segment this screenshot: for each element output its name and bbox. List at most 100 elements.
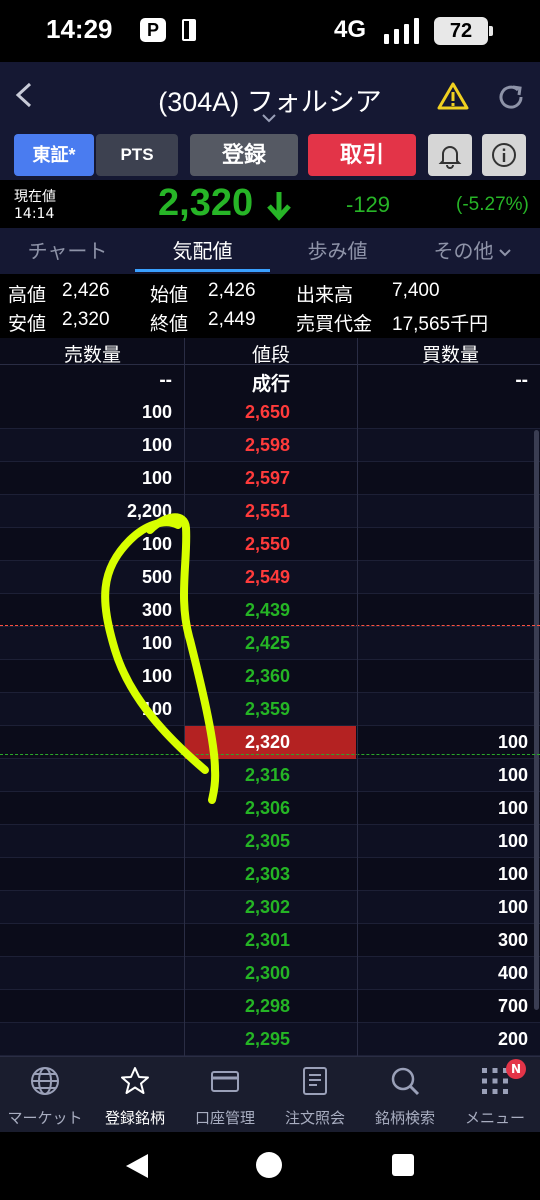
register-button[interactable]: 登録 bbox=[190, 134, 298, 176]
order-book[interactable]: 2,295 200 2,298 700 2,300 400 2,301 300 2,302 100… bbox=[0, 396, 540, 1056]
turnover-label: 売買代金 bbox=[296, 314, 373, 335]
price-level[interactable]: 2,301 bbox=[185, 924, 356, 957]
nav-watchlist[interactable]: 登録銘柄 bbox=[90, 1057, 180, 1133]
price-change: -129 bbox=[346, 192, 391, 217]
bid-quantity bbox=[360, 660, 528, 693]
high-value: 2,426 bbox=[62, 280, 110, 301]
bid-quantity bbox=[360, 396, 528, 429]
current-price: 2,320 bbox=[158, 182, 254, 224]
price-level[interactable]: 2,549 bbox=[185, 561, 356, 594]
info-button[interactable] bbox=[482, 134, 526, 176]
order-book-row[interactable]: 2,316 100 bbox=[0, 759, 540, 792]
price-level[interactable]: 2,650 bbox=[185, 396, 356, 429]
order-book-row[interactable]: 300 2,439 bbox=[0, 594, 540, 627]
search-icon bbox=[391, 1067, 420, 1096]
system-home-button[interactable] bbox=[256, 1152, 282, 1178]
price-level[interactable]: 2,302 bbox=[185, 891, 356, 924]
nav-market[interactable]: マーケット bbox=[0, 1057, 90, 1133]
price-level[interactable]: 2,439 bbox=[185, 594, 356, 627]
ask-quantity bbox=[0, 924, 172, 957]
order-book-row[interactable]: 2,300 400 bbox=[0, 957, 540, 990]
order-book-row[interactable]: 100 2,550 bbox=[0, 528, 540, 561]
column-divider bbox=[184, 396, 185, 1056]
price-level[interactable]: 2,359 bbox=[185, 693, 356, 726]
price-level[interactable]: 2,316 bbox=[185, 759, 356, 792]
bid-quantity bbox=[360, 495, 528, 528]
bid-quantity: 300 bbox=[497, 930, 528, 950]
ask-quantity: 100 bbox=[141, 699, 172, 719]
phone-icon bbox=[182, 19, 196, 41]
price-level[interactable]: 2,295 bbox=[185, 1023, 356, 1056]
price-level[interactable]: 2,303 bbox=[185, 858, 356, 891]
low-value: 2,320 bbox=[62, 309, 110, 330]
price-level[interactable]: 2,300 bbox=[185, 957, 356, 990]
stock-stats: 高値 2,426 始値 2,426 出来高 7,400 安値 2,320 終値 … bbox=[0, 274, 540, 338]
order-book-row[interactable]: 2,298 700 bbox=[0, 990, 540, 1023]
price-level[interactable]: 2,550 bbox=[185, 528, 356, 561]
price-level[interactable]: 2,298 bbox=[185, 990, 356, 1023]
order-book-row[interactable]: 100 2,425 bbox=[0, 627, 540, 660]
warning-icon[interactable] bbox=[437, 82, 469, 110]
chevron-down-icon[interactable] bbox=[261, 112, 277, 124]
order-book-row[interactable]: 100 2,359 bbox=[0, 693, 540, 726]
turnover-value: 17,565千円 bbox=[392, 314, 489, 335]
ask-quantity bbox=[0, 891, 172, 924]
divider bbox=[0, 364, 540, 365]
price-level[interactable]: 2,551 bbox=[185, 495, 356, 528]
tab-more[interactable]: その他 bbox=[405, 228, 540, 274]
order-book-row[interactable]: 100 2,597 bbox=[0, 462, 540, 495]
tab-chart[interactable]: チャート bbox=[0, 228, 135, 274]
nav-orders[interactable]: 注文照会 bbox=[270, 1057, 360, 1133]
bid-quantity: 100 bbox=[497, 765, 528, 785]
market-order-label: 成行 bbox=[252, 373, 291, 395]
refresh-icon[interactable] bbox=[496, 82, 526, 112]
order-book-row[interactable]: 2,295 200 bbox=[0, 1023, 540, 1056]
order-book-row[interactable]: 2,305 100 bbox=[0, 825, 540, 858]
market-tosho-button[interactable]: 東証* bbox=[14, 134, 94, 176]
title-bar: (304A) フォルシア bbox=[0, 62, 540, 130]
market-pts-button[interactable]: PTS bbox=[96, 134, 178, 176]
tab-trades[interactable]: 歩み値 bbox=[270, 228, 405, 274]
alert-button[interactable] bbox=[428, 134, 472, 176]
nav-menu[interactable]: N メニュー bbox=[450, 1057, 540, 1133]
bid-quantity bbox=[360, 627, 528, 660]
chevron-down-icon bbox=[498, 248, 511, 256]
system-back-icon[interactable] bbox=[124, 1152, 150, 1180]
scrollbar[interactable] bbox=[534, 430, 539, 1010]
bid-quantity: 400 bbox=[497, 963, 528, 983]
low-label: 安値 bbox=[8, 314, 47, 335]
order-book-row[interactable]: 2,302 100 bbox=[0, 891, 540, 924]
nav-search-label: 銘柄検索 bbox=[374, 1109, 435, 1127]
pay-app-icon: P bbox=[140, 18, 166, 42]
order-book-row[interactable]: 2,306 100 bbox=[0, 792, 540, 825]
trade-button[interactable]: 取引 bbox=[308, 134, 416, 176]
nav-watchlist-label: 登録銘柄 bbox=[104, 1109, 165, 1127]
ask-quantity bbox=[0, 825, 172, 858]
order-book-row[interactable]: 100 2,360 bbox=[0, 660, 540, 693]
price-level[interactable]: 2,425 bbox=[185, 627, 356, 660]
order-book-row[interactable]: 100 2,650 bbox=[0, 396, 540, 429]
order-book-row[interactable]: 500 2,549 bbox=[0, 561, 540, 594]
tab-quotes[interactable]: 気配値 bbox=[135, 228, 270, 274]
price-level[interactable]: 2,597 bbox=[185, 462, 356, 495]
order-book-header: 売数量 値段 買数量 -- 成行 -- bbox=[0, 338, 540, 396]
nav-search[interactable]: 銘柄検索 bbox=[360, 1057, 450, 1133]
bid-quantity bbox=[360, 429, 528, 462]
current-price-label: 現在値 bbox=[14, 189, 56, 205]
order-book-row[interactable]: 2,301 300 bbox=[0, 924, 540, 957]
signal-icon bbox=[384, 18, 419, 44]
price-level[interactable]: 2,598 bbox=[185, 429, 356, 462]
system-recents-button[interactable] bbox=[392, 1154, 414, 1176]
price-level[interactable]: 2,360 bbox=[185, 660, 356, 693]
bid-quantity: 200 bbox=[497, 1029, 528, 1049]
price-level[interactable]: 2,306 bbox=[185, 792, 356, 825]
order-book-row[interactable]: 100 2,598 bbox=[0, 429, 540, 462]
price-level[interactable]: 2,305 bbox=[185, 825, 356, 858]
ask-threshold-line bbox=[0, 625, 540, 626]
order-book-row[interactable]: 2,200 2,551 bbox=[0, 495, 540, 528]
status-time: 14:29 bbox=[46, 14, 113, 44]
nav-account[interactable]: 口座管理 bbox=[180, 1057, 270, 1133]
ask-quantity: 300 bbox=[141, 600, 172, 620]
order-book-row[interactable]: 2,303 100 bbox=[0, 858, 540, 891]
globe-icon bbox=[31, 1067, 59, 1095]
